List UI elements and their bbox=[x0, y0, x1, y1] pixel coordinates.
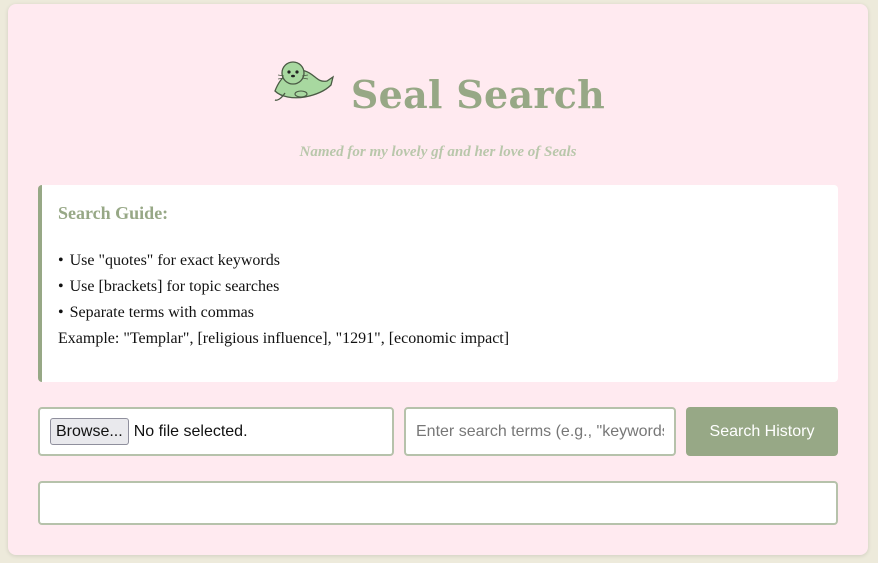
guide-title: Search Guide: bbox=[58, 203, 169, 223]
guide-bullet-text: Use [brackets] for topic searches bbox=[69, 278, 280, 295]
guide-bullet-item: • Use "quotes" for exact keywords bbox=[58, 248, 822, 274]
bullet-icon: • bbox=[58, 278, 64, 295]
results-box bbox=[38, 481, 838, 525]
main-card: Seal Search Named for my lovely gf and h… bbox=[8, 4, 868, 555]
search-input[interactable] bbox=[404, 407, 676, 456]
header: Seal Search bbox=[8, 59, 868, 129]
bullet-icon: • bbox=[58, 252, 64, 269]
file-status-text: No file selected. bbox=[133, 422, 248, 440]
search-guide-panel: Search Guide: • Use "quotes" for exact ke… bbox=[38, 185, 838, 382]
guide-bullet-text: Use "quotes" for exact keywords bbox=[69, 252, 280, 269]
page-title: Seal Search bbox=[350, 71, 606, 117]
bullet-icon: • bbox=[58, 304, 64, 321]
guide-bullet-item: • Use [brackets] for topic searches bbox=[58, 274, 822, 300]
search-history-button[interactable]: Search History bbox=[686, 407, 838, 456]
guide-example: Example: "Templar", [religious influence… bbox=[58, 330, 510, 347]
guide-bullet-text: Separate terms with commas bbox=[69, 304, 254, 321]
subtitle: Named for my lovely gf and her love of S… bbox=[299, 144, 577, 160]
file-upload-field[interactable]: Browse... No file selected. bbox=[38, 407, 394, 456]
seal-icon bbox=[274, 61, 334, 101]
browse-button[interactable]: Browse... bbox=[50, 418, 129, 445]
guide-bullet-item: • Separate terms with commas bbox=[58, 300, 822, 326]
